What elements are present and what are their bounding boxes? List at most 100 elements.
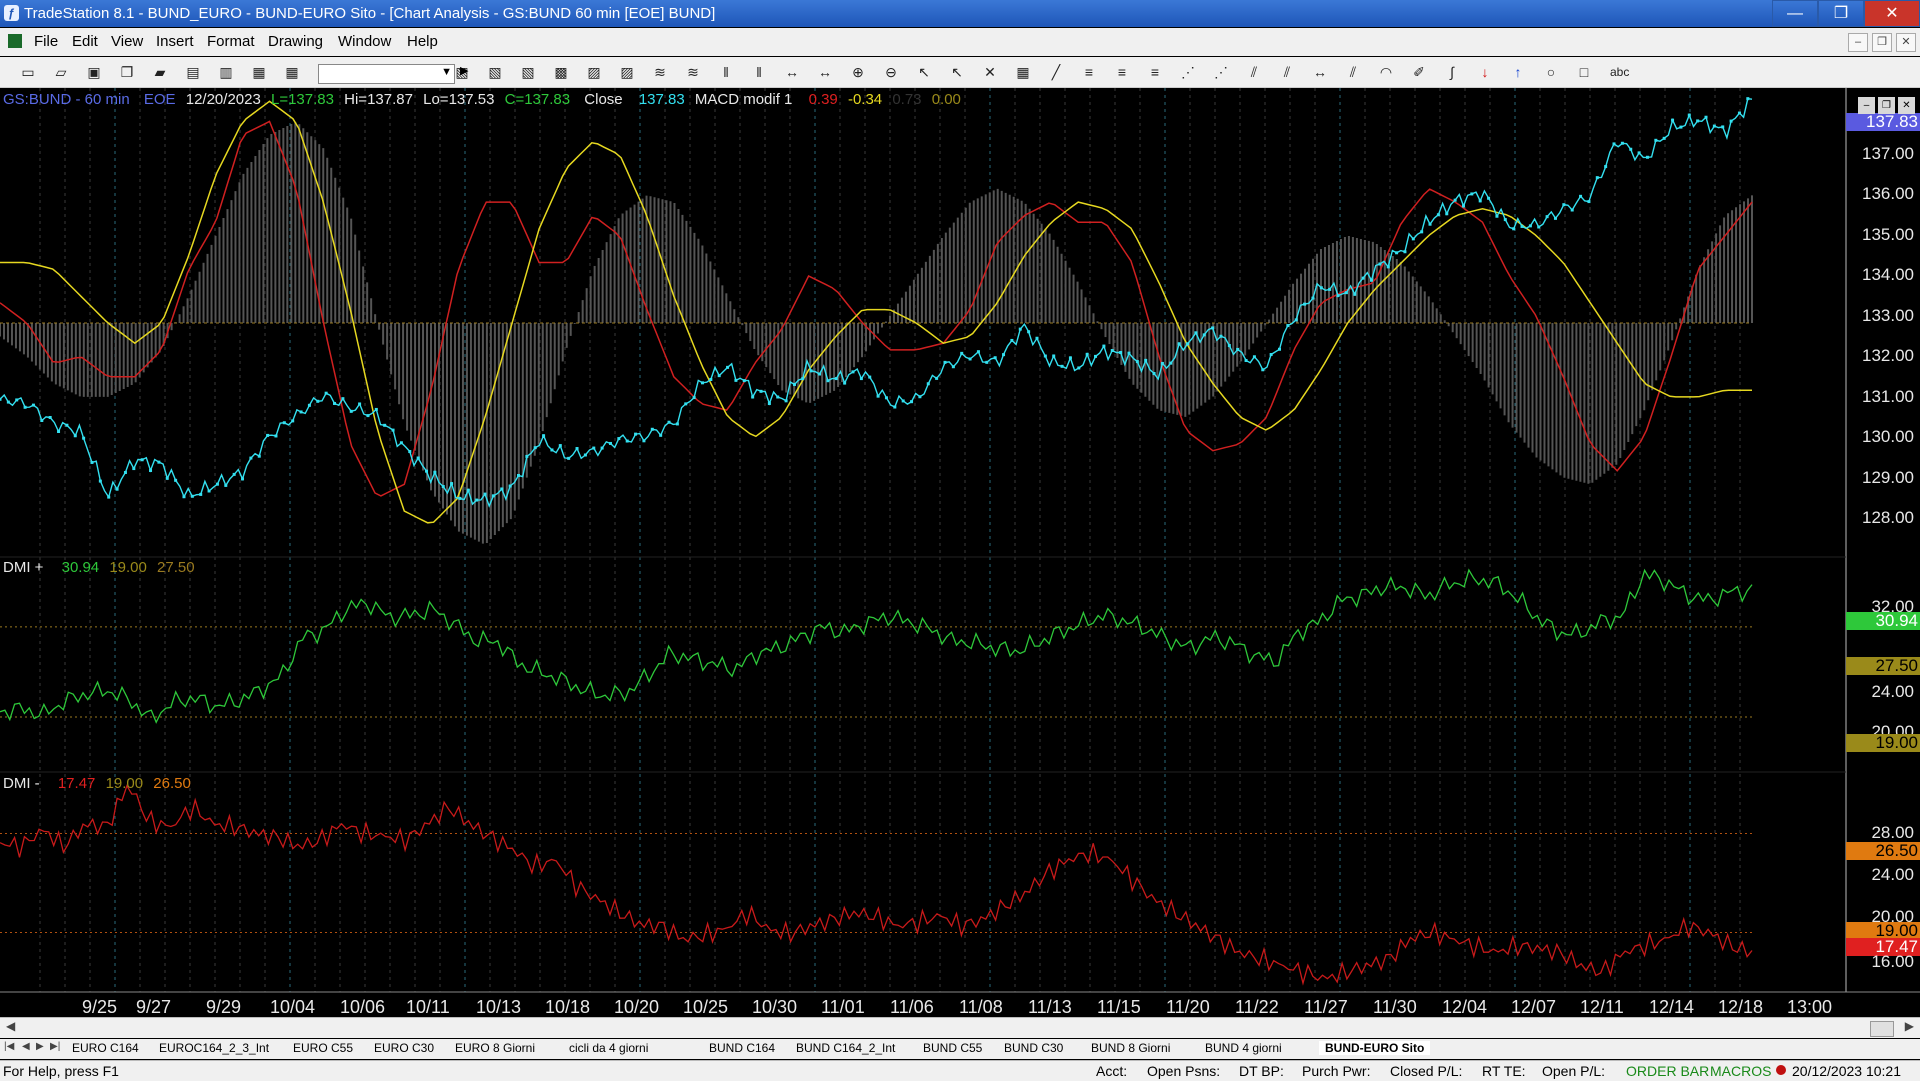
print-preview-icon[interactable]: ▥ — [218, 64, 234, 80]
subwindow-minimize-button[interactable]: – — [1858, 97, 1875, 114]
scale-icon[interactable]: ↔ — [817, 64, 833, 80]
trendline-icon[interactable]: ╱ — [1048, 64, 1064, 80]
dmi-plus-axis[interactable]: 32.00 30.94 27.50 24.00 20.00 19.00 — [1846, 558, 1920, 770]
fib-icon[interactable]: ⋰ — [1180, 64, 1196, 80]
circle-icon[interactable]: ○ — [1543, 64, 1559, 80]
workspace-tab[interactable]: cicli da 4 giorni — [569, 1041, 648, 1055]
folder-icon[interactable]: ▰ — [152, 64, 168, 80]
price-bar — [1470, 192, 1474, 196]
bar-icon[interactable]: ‖ — [751, 64, 767, 80]
arc-icon[interactable]: ◠ — [1378, 64, 1394, 80]
arrow-down-icon[interactable]: ↓ — [1477, 64, 1493, 80]
workspace-tab[interactable]: EURO C164 — [72, 1041, 139, 1055]
bar-icon[interactable]: ‖ — [718, 64, 734, 80]
lines-icon[interactable]: ≡ — [1147, 64, 1163, 80]
chart-canvas[interactable] — [0, 88, 1920, 1026]
minimize-button[interactable]: — — [1772, 0, 1818, 27]
status-closed-pl: Closed P/L: — [1390, 1063, 1463, 1079]
pointer-icon[interactable]: ↖ — [949, 64, 965, 80]
order-bar-button[interactable]: ORDER BAR — [1626, 1063, 1709, 1079]
price-bar — [918, 395, 922, 399]
close-button[interactable]: ✕ — [1864, 0, 1920, 27]
window-icon[interactable]: ▦ — [1015, 64, 1031, 80]
zoom-out-icon[interactable]: ⊖ — [883, 64, 899, 80]
workspace-tab[interactable]: BUND-EURO Sito — [1319, 1041, 1431, 1055]
workspace-tab[interactable]: EURO C30 — [374, 1041, 434, 1055]
copy-icon[interactable]: ❐ — [119, 64, 135, 80]
workspace-tab[interactable]: BUND C164 — [709, 1041, 775, 1055]
arrow-icon[interactable]: ↔ — [1312, 64, 1328, 80]
time-axis-label: 10/30 — [752, 997, 798, 1017]
channel-icon[interactable]: ⫽ — [1279, 64, 1295, 80]
pencil-icon[interactable]: ✐ — [1411, 64, 1427, 80]
workspace-tab[interactable]: BUND 8 Giorni — [1091, 1041, 1170, 1055]
mdi-restore-button[interactable]: ❐ — [1872, 33, 1892, 52]
mdi-close-button[interactable]: ✕ — [1896, 33, 1916, 52]
subwindow-restore-button[interactable]: ❐ — [1878, 97, 1895, 114]
zoom-in-icon[interactable]: ⊕ — [850, 64, 866, 80]
scroll-left-icon[interactable]: ◀ — [6, 1019, 15, 1033]
new-icon[interactable]: ▭ — [20, 64, 36, 80]
analysis-icon[interactable]: ≋ — [652, 64, 668, 80]
mdi-minimize-button[interactable]: – — [1848, 33, 1868, 52]
toolbar-combo[interactable]: ▼ — [318, 64, 455, 84]
tab-first-icon[interactable]: |◀ — [4, 1041, 14, 1052]
scroll-right-icon[interactable]: ▶ — [1905, 1019, 1914, 1033]
chart-icon[interactable]: ▧ — [487, 64, 503, 80]
open-icon[interactable]: ▱ — [53, 64, 69, 80]
chart-window[interactable] — [0, 88, 1920, 1026]
tab-next-icon[interactable]: ▶ — [36, 1041, 44, 1052]
channel-icon[interactable]: ⫽ — [1345, 64, 1361, 80]
scale-icon[interactable]: ↔ — [784, 64, 800, 80]
dmi-plus-value-1: 30.94 — [61, 559, 100, 576]
fib-icon[interactable]: ⋰ — [1213, 64, 1229, 80]
horizontal-scrollbar[interactable]: ◀ ▶ — [0, 1017, 1920, 1038]
menu-drawing[interactable]: Drawing — [268, 33, 323, 50]
menu-insert[interactable]: Insert — [156, 33, 194, 50]
workspace-tab[interactable]: EURO C55 — [293, 1041, 353, 1055]
maximize-button[interactable]: ❐ — [1818, 0, 1864, 27]
macd-value-2: -0.34 — [847, 91, 883, 108]
menu-edit[interactable]: Edit — [72, 33, 98, 50]
insert-icon[interactable]: ▨ — [586, 64, 602, 80]
text-tool[interactable]: abc — [1610, 65, 1629, 79]
analysis-icon[interactable]: ≋ — [685, 64, 701, 80]
print-icon[interactable]: ▤ — [185, 64, 201, 80]
chart-icon[interactable]: ▧ — [520, 64, 536, 80]
menu-format[interactable]: Format — [207, 33, 255, 50]
time-axis-label: 11/22 — [1235, 997, 1279, 1017]
tool-icon[interactable]: ✕ — [982, 64, 998, 80]
menu-file[interactable]: File — [34, 33, 58, 50]
workspace-tab[interactable]: BUND C30 — [1004, 1041, 1063, 1055]
price-axis[interactable]: 137.83 137.00 136.00 135.00 134.00 133.0… — [1846, 88, 1920, 558]
workspace-tab[interactable]: EURO 8 Giorni — [455, 1041, 535, 1055]
dmi-plus-axis-label: 24.00 — [1871, 682, 1914, 701]
workspace-tab[interactable]: BUND C55 — [923, 1041, 982, 1055]
menu-view[interactable]: View — [111, 33, 143, 50]
curve-icon[interactable]: ∫ — [1444, 64, 1460, 80]
insert-icon[interactable]: ▨ — [619, 64, 635, 80]
pointer-icon[interactable]: ↖ — [916, 64, 932, 80]
grid-icon[interactable]: ▩ — [553, 64, 569, 80]
subwindow-close-button[interactable]: ✕ — [1898, 97, 1915, 114]
tab-last-icon[interactable]: ▶| — [50, 1041, 60, 1052]
workspace-tab[interactable]: EUROC164_2_3_Int — [159, 1041, 269, 1055]
macros-button[interactable]: MACROS — [1710, 1063, 1771, 1079]
menu-window[interactable]: Window — [338, 33, 391, 50]
chevron-down-icon[interactable]: ▼ — [441, 66, 452, 78]
menu-help[interactable]: Help — [407, 33, 438, 50]
play-icon[interactable]: ▶ — [460, 64, 468, 77]
workspace-tab[interactable]: BUND C164_2_Int — [796, 1041, 895, 1055]
channel-icon[interactable]: ⫽ — [1246, 64, 1262, 80]
dmi-minus-axis[interactable]: 28.00 26.50 24.00 20.00 19.00 17.47 16.0… — [1846, 774, 1920, 996]
arrow-up-icon[interactable]: ↑ — [1510, 64, 1526, 80]
rect-icon[interactable]: □ — [1576, 64, 1592, 80]
save-icon[interactable]: ▣ — [86, 64, 102, 80]
workspace-tab[interactable]: BUND 4 giorni — [1205, 1041, 1282, 1055]
window-icon[interactable]: ▦ — [284, 64, 300, 80]
lines-icon[interactable]: ≡ — [1114, 64, 1130, 80]
lines-icon[interactable]: ≡ — [1081, 64, 1097, 80]
window-icon[interactable]: ▦ — [251, 64, 267, 80]
scroll-thumb[interactable] — [1870, 1021, 1894, 1037]
tab-prev-icon[interactable]: ◀ — [22, 1041, 30, 1052]
